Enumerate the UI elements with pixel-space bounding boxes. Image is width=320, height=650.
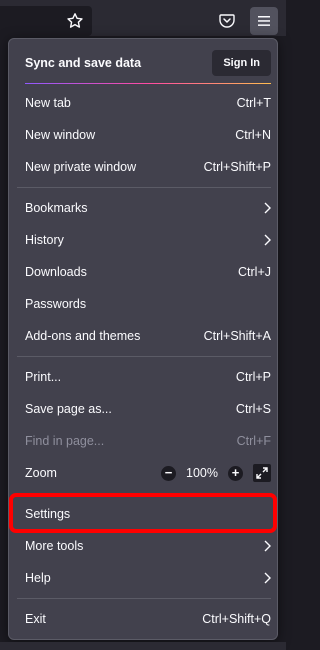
hamburger-menu-icon [258, 16, 270, 26]
menu-item-shortcut: Ctrl+Shift+Q [202, 612, 271, 626]
menu-item-label: Bookmarks [25, 201, 88, 215]
pocket-icon[interactable] [218, 12, 236, 30]
menu-item-shortcut: Ctrl+N [235, 128, 271, 142]
menu-item-shortcut: Ctrl+T [236, 96, 271, 110]
menu-item-shortcut: Ctrl+Shift+P [203, 160, 271, 174]
settings-highlight-box [9, 493, 277, 533]
menu-item-label: Print... [25, 370, 62, 384]
menu-item-label: New window [25, 128, 96, 142]
menu-item-label: More tools [25, 539, 84, 553]
star-icon[interactable] [66, 12, 84, 30]
fullscreen-icon [256, 467, 268, 479]
sync-divider [25, 83, 271, 84]
menu-item-new-window[interactable]: New window Ctrl+N [17, 119, 279, 151]
chevron-right-icon [264, 234, 271, 246]
menu-item-exit[interactable]: Exit Ctrl+Shift+Q [17, 603, 279, 635]
menu-item-help[interactable]: Help [17, 562, 279, 594]
menu-item-label: Add-ons and themes [25, 329, 141, 343]
chevron-right-icon [264, 572, 271, 584]
menu-item-print[interactable]: Print... Ctrl+P [17, 361, 279, 393]
sync-title: Sync and save data [25, 56, 142, 70]
app-menu-button[interactable] [250, 7, 278, 35]
menu-separator [17, 356, 271, 357]
menu-item-label: Downloads [25, 265, 87, 279]
fullscreen-button[interactable] [253, 464, 271, 482]
menu-item-new-tab[interactable]: New tab Ctrl+T [17, 87, 279, 119]
menu-item-downloads[interactable]: Downloads Ctrl+J [17, 256, 279, 288]
zoom-out-button[interactable]: − [161, 465, 177, 481]
menu-item-label: Zoom [25, 466, 57, 480]
menu-item-label: New tab [25, 96, 71, 110]
menu-item-shortcut: Ctrl+Shift+A [203, 329, 271, 343]
menu-item-zoom: Zoom − 100% + [17, 457, 279, 489]
menu-separator [17, 187, 271, 188]
menu-item-label: Save page as... [25, 402, 112, 416]
menu-item-history[interactable]: History [17, 224, 279, 256]
browser-toolbar [0, 0, 286, 36]
menu-item-shortcut: Ctrl+P [235, 370, 271, 384]
menu-item-shortcut: Ctrl+S [235, 402, 271, 416]
menu-item-label: New private window [25, 160, 137, 174]
menu-item-label: Exit [25, 612, 46, 626]
sync-header: Sync and save data Sign In [17, 47, 271, 79]
bottom-strip [0, 642, 286, 650]
menu-item-more-tools[interactable]: More tools [17, 530, 279, 562]
menu-item-label: Help [25, 571, 51, 585]
menu-item-label: Passwords [25, 297, 87, 311]
zoom-reset-button[interactable]: 100% [186, 466, 218, 480]
menu-item-label: History [25, 233, 64, 247]
menu-item-find-in-page: Find in page... Ctrl+F [17, 425, 279, 457]
menu-separator [17, 598, 271, 599]
zoom-in-button[interactable]: + [228, 465, 243, 481]
sign-in-button[interactable]: Sign In [212, 50, 271, 76]
menu-item-shortcut: Ctrl+F [236, 434, 271, 448]
menu-item-shortcut: Ctrl+J [238, 265, 271, 279]
chevron-right-icon [264, 540, 271, 552]
menu-item-passwords[interactable]: Passwords [17, 288, 279, 320]
zoom-controls: − 100% + [161, 464, 271, 482]
menu-item-addons[interactable]: Add-ons and themes Ctrl+Shift+A [17, 320, 279, 352]
chevron-right-icon [264, 202, 271, 214]
menu-item-bookmarks[interactable]: Bookmarks [17, 192, 279, 224]
menu-item-save-page[interactable]: Save page as... Ctrl+S [17, 393, 279, 425]
app-menu-panel: Sync and save data Sign In New tab Ctrl+… [8, 38, 278, 640]
menu-item-new-private-window[interactable]: New private window Ctrl+Shift+P [17, 151, 279, 183]
menu-item-label: Find in page... [25, 434, 105, 448]
